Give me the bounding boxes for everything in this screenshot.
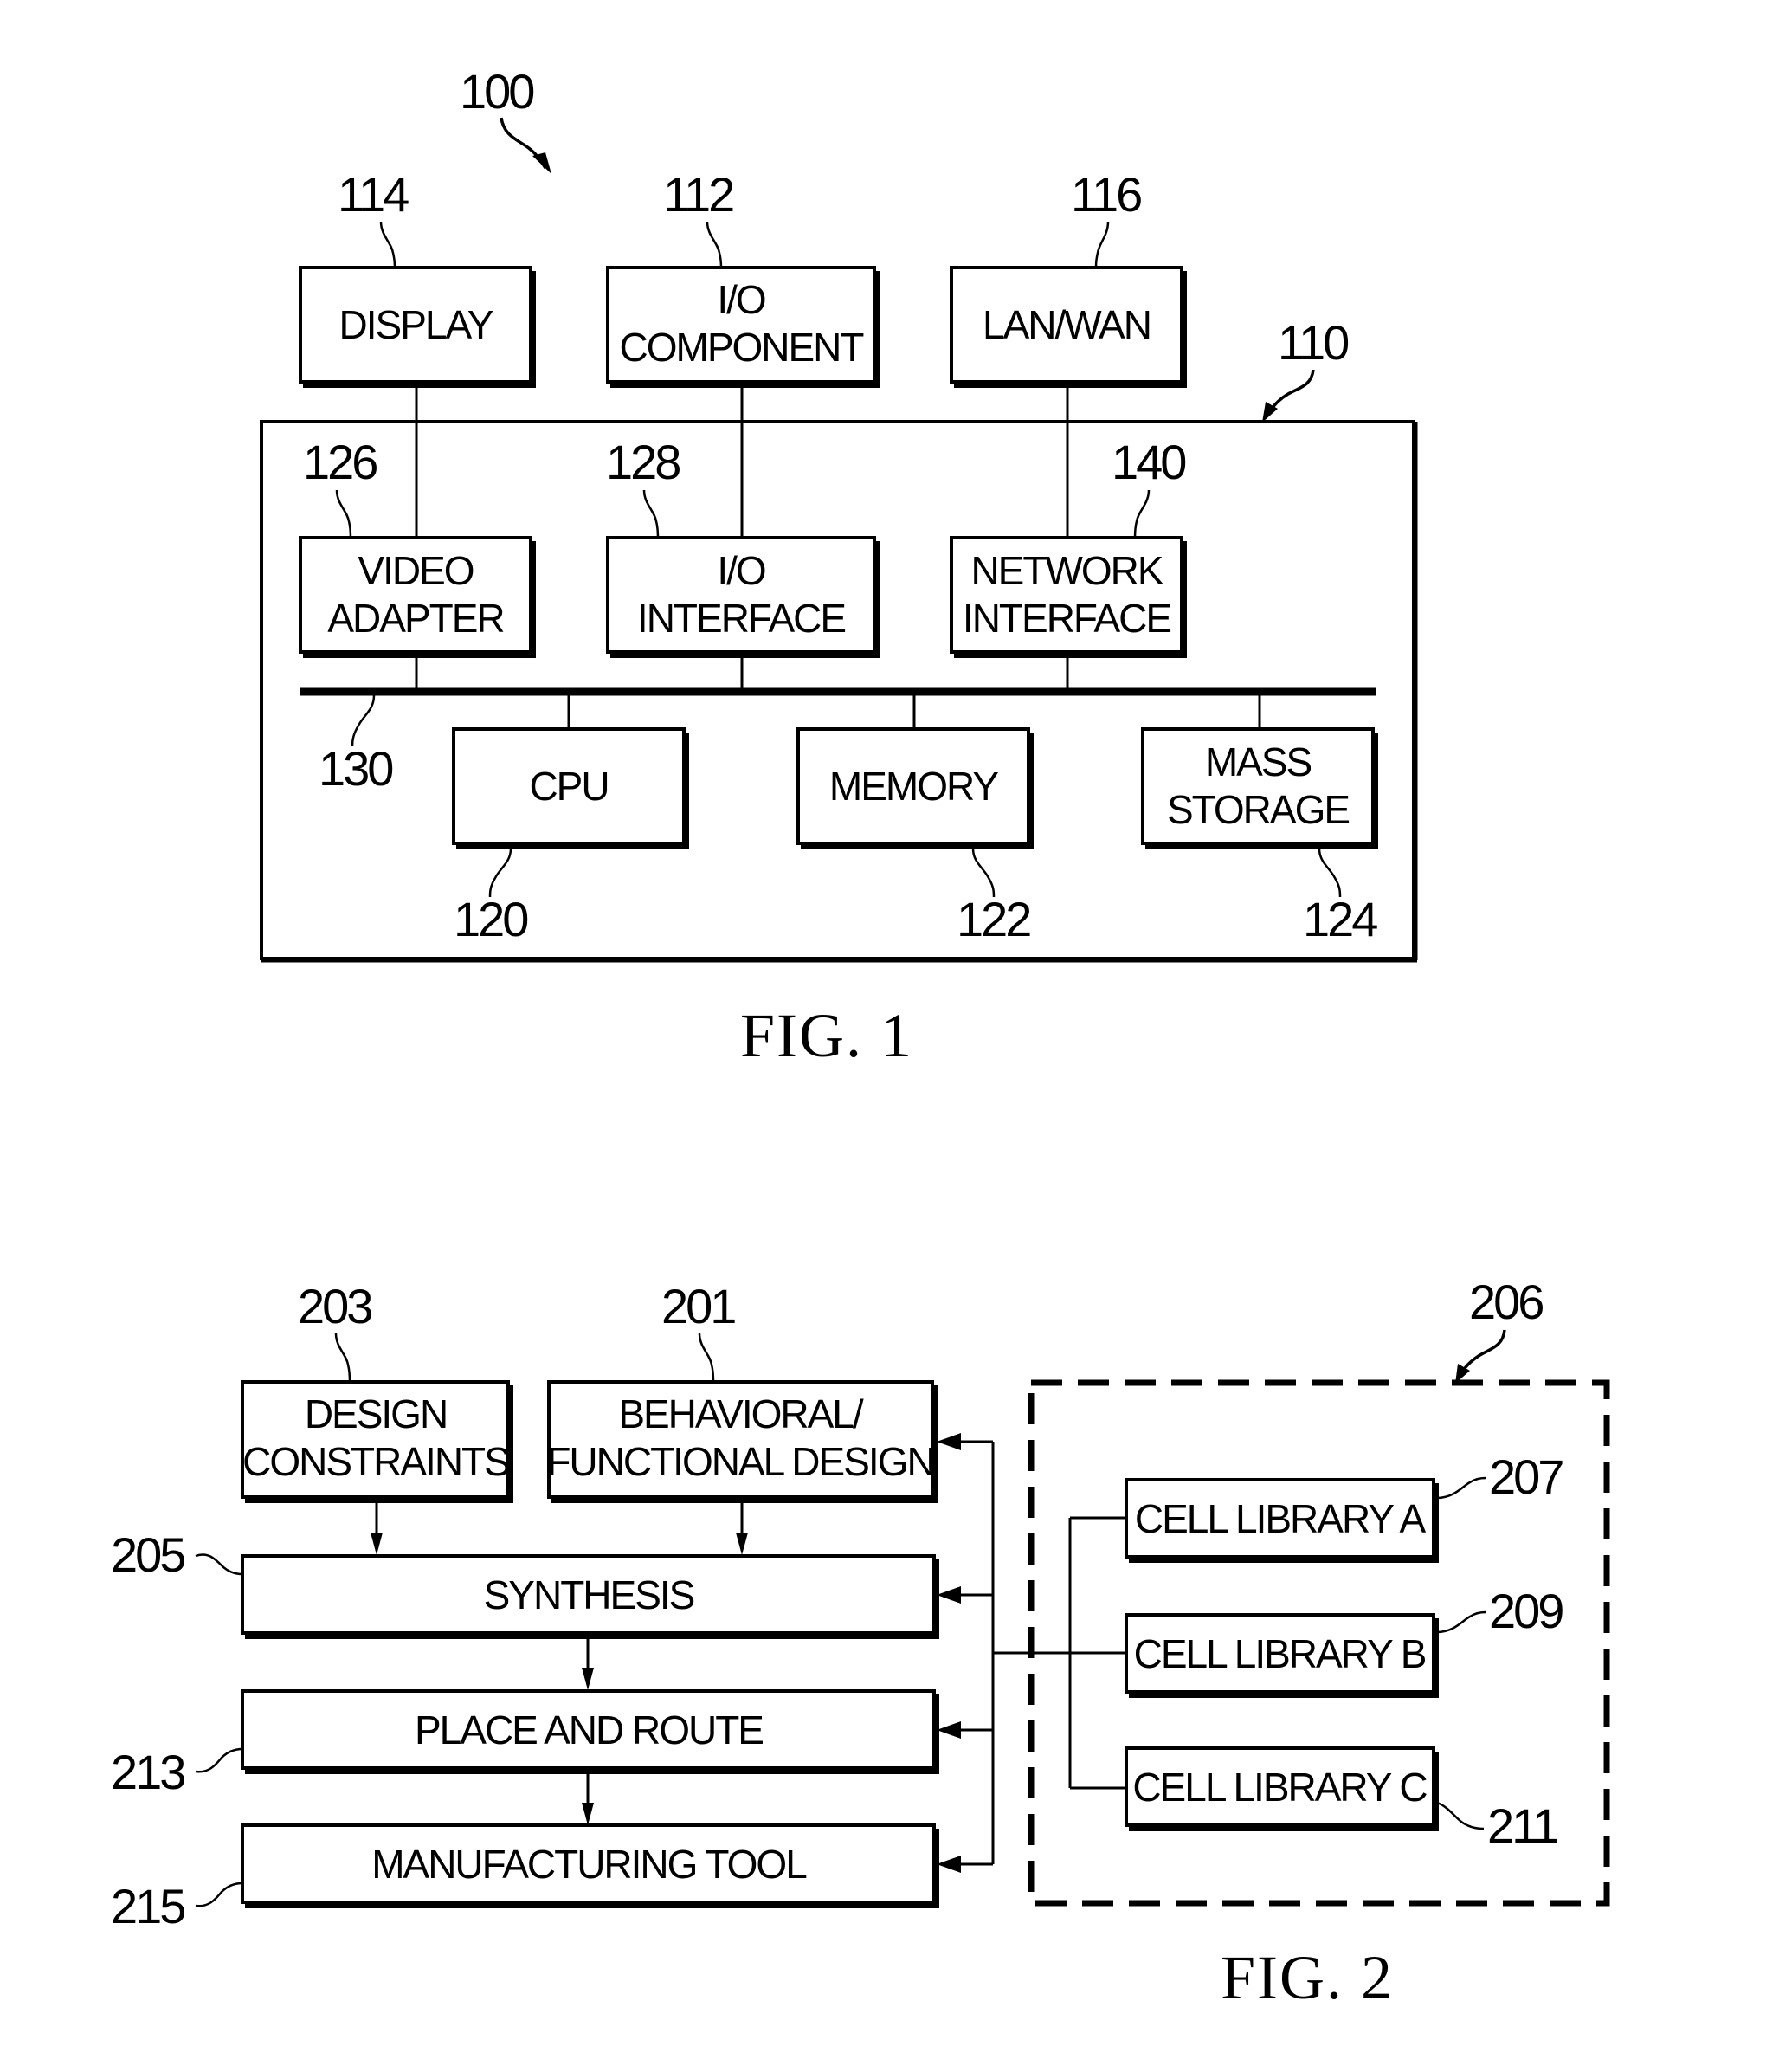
ref-label-120: 120	[454, 892, 527, 946]
mass-storage-block: MASS STORAGE	[1141, 727, 1378, 849]
cpu-label: CPU	[529, 764, 608, 809]
behavioral-label-line1: BEHAVIORAL/	[618, 1391, 864, 1436]
arrowhead-icon	[371, 1533, 383, 1555]
arrowhead-icon	[937, 1586, 961, 1604]
leader-line-211	[1436, 1801, 1485, 1830]
ref-label-215: 215	[111, 1879, 184, 1933]
leader-line-120	[488, 848, 512, 898]
mass-storage-label-line1: MASS	[1205, 739, 1312, 784]
leader-line-114	[379, 221, 396, 268]
io-interface-label-line1: I/O	[717, 548, 765, 593]
synthesis-block: SYNTHESIS	[241, 1554, 939, 1639]
arrowhead-icon	[937, 1721, 961, 1739]
io-interface-block: I/O INTERFACE	[606, 536, 880, 658]
ref-label-110: 110	[1278, 315, 1348, 370]
cell-library-b-label: CELL LIBRARY B	[1134, 1631, 1426, 1676]
io-component-label-line1: I/O	[717, 277, 765, 322]
cell-library-b-block: CELL LIBRARY B	[1125, 1613, 1439, 1698]
cell-library-c-label: CELL LIBRARY C	[1132, 1765, 1427, 1810]
memory-label: MEMORY	[829, 764, 998, 809]
ref-label-130: 130	[319, 741, 392, 796]
figure-2-caption: FIG. 2	[1221, 1943, 1394, 2012]
ref-label-128: 128	[606, 435, 680, 489]
mass-storage-label-line2: STORAGE	[1167, 787, 1349, 832]
io-component-label-line2: COMPONENT	[620, 325, 865, 370]
design-constraints-label-line2: CONSTRAINTS	[242, 1439, 509, 1484]
behavioral-functional-design-block: BEHAVIORAL/ FUNCTIONAL DESIGN	[546, 1380, 938, 1503]
leader-line-128	[642, 489, 660, 539]
ref-label-116: 116	[1071, 167, 1141, 222]
network-interface-label-line1: NETWORK	[970, 548, 1163, 593]
ref-arrow-110	[1267, 369, 1315, 413]
ref-label-122: 122	[957, 892, 1030, 946]
manufacturing-tool-block: MANUFACTURING TOOL	[241, 1823, 939, 1908]
ref-label-100: 100	[460, 64, 533, 119]
cell-library-a-block: CELL LIBRARY A	[1125, 1478, 1439, 1563]
display-block: DISPLAY	[299, 266, 536, 388]
ref-label-126: 126	[303, 435, 377, 489]
network-interface-block: NETWORK INTERFACE	[950, 536, 1187, 658]
memory-block: MEMORY	[796, 727, 1034, 849]
arrowhead-icon	[736, 1533, 748, 1555]
patent-drawing-sheet: 100 DISPLAY 114 I/O COMPONENT 112 LAN/WA…	[111, 64, 1610, 2012]
ref-arrow-206	[1459, 1329, 1506, 1376]
arrowhead-icon	[532, 152, 551, 174]
leader-line-213	[195, 1747, 243, 1773]
video-adapter-label-line2: ADAPTER	[327, 596, 504, 641]
ref-label-112: 112	[663, 167, 733, 222]
leader-line-207	[1436, 1476, 1486, 1500]
design-constraints-block: DESIGN CONSTRAINTS	[241, 1380, 513, 1503]
io-component-block: I/O COMPONENT	[606, 266, 880, 388]
leader-line-126	[335, 489, 352, 539]
leader-line-209	[1436, 1610, 1486, 1634]
leader-line-140	[1133, 489, 1151, 539]
network-interface-label-line2: INTERFACE	[963, 596, 1170, 641]
manufacturing-tool-label: MANUFACTURING TOOL	[371, 1842, 807, 1887]
cpu-block: CPU	[452, 727, 689, 849]
cell-library-a-label: CELL LIBRARY A	[1135, 1496, 1427, 1541]
ref-label-203: 203	[298, 1279, 371, 1333]
ref-label-124: 124	[1303, 892, 1377, 946]
place-and-route-block: PLACE AND ROUTE	[241, 1689, 939, 1774]
leader-line-122	[971, 848, 996, 898]
video-adapter-block: VIDEO ADAPTER	[299, 536, 536, 658]
leader-line-201	[698, 1333, 715, 1383]
figure-2: DESIGN CONSTRAINTS 203 BEHAVIORAL/ FUNCT…	[111, 1275, 1610, 2012]
ref-label-205: 205	[111, 1527, 184, 1582]
ref-label-201: 201	[661, 1279, 735, 1333]
display-label: DISPLAY	[339, 302, 493, 347]
video-adapter-label-line1: VIDEO	[358, 548, 473, 593]
figure-1-caption: FIG. 1	[740, 1001, 913, 1070]
ref-label-206: 206	[1469, 1275, 1543, 1329]
leader-line-124	[1318, 848, 1342, 898]
lan-wan-label: LAN/WAN	[983, 302, 1151, 347]
design-constraints-label-line1: DESIGN	[305, 1391, 447, 1436]
ref-label-213: 213	[111, 1745, 184, 1799]
leader-line-205	[195, 1553, 243, 1576]
io-interface-label-line2: INTERFACE	[637, 596, 845, 641]
arrowhead-icon	[937, 1856, 961, 1873]
ref-label-209: 209	[1489, 1584, 1563, 1638]
figure-1: 100 DISPLAY 114 I/O COMPONENT 112 LAN/WA…	[260, 64, 1418, 1070]
ref-label-211: 211	[1487, 1798, 1557, 1853]
ref-label-207: 207	[1489, 1449, 1563, 1504]
arrowhead-icon	[582, 1668, 594, 1690]
ref-label-114: 114	[338, 167, 409, 222]
arrowhead-icon	[582, 1803, 594, 1825]
behavioral-label-line2: FUNCTIONAL DESIGN	[546, 1439, 933, 1484]
leader-line-203	[334, 1333, 351, 1383]
place-and-route-label: PLACE AND ROUTE	[415, 1707, 763, 1752]
leader-line-112	[706, 221, 723, 268]
cell-library-c-block: CELL LIBRARY C	[1125, 1746, 1439, 1831]
ref-label-140: 140	[1112, 435, 1185, 489]
lan-wan-block: LAN/WAN	[950, 266, 1187, 388]
synthesis-label: SYNTHESIS	[484, 1572, 694, 1617]
leader-line-116	[1094, 221, 1110, 268]
leader-line-215	[195, 1882, 243, 1907]
arrowhead-icon	[937, 1433, 961, 1450]
leader-line-130	[351, 694, 376, 747]
